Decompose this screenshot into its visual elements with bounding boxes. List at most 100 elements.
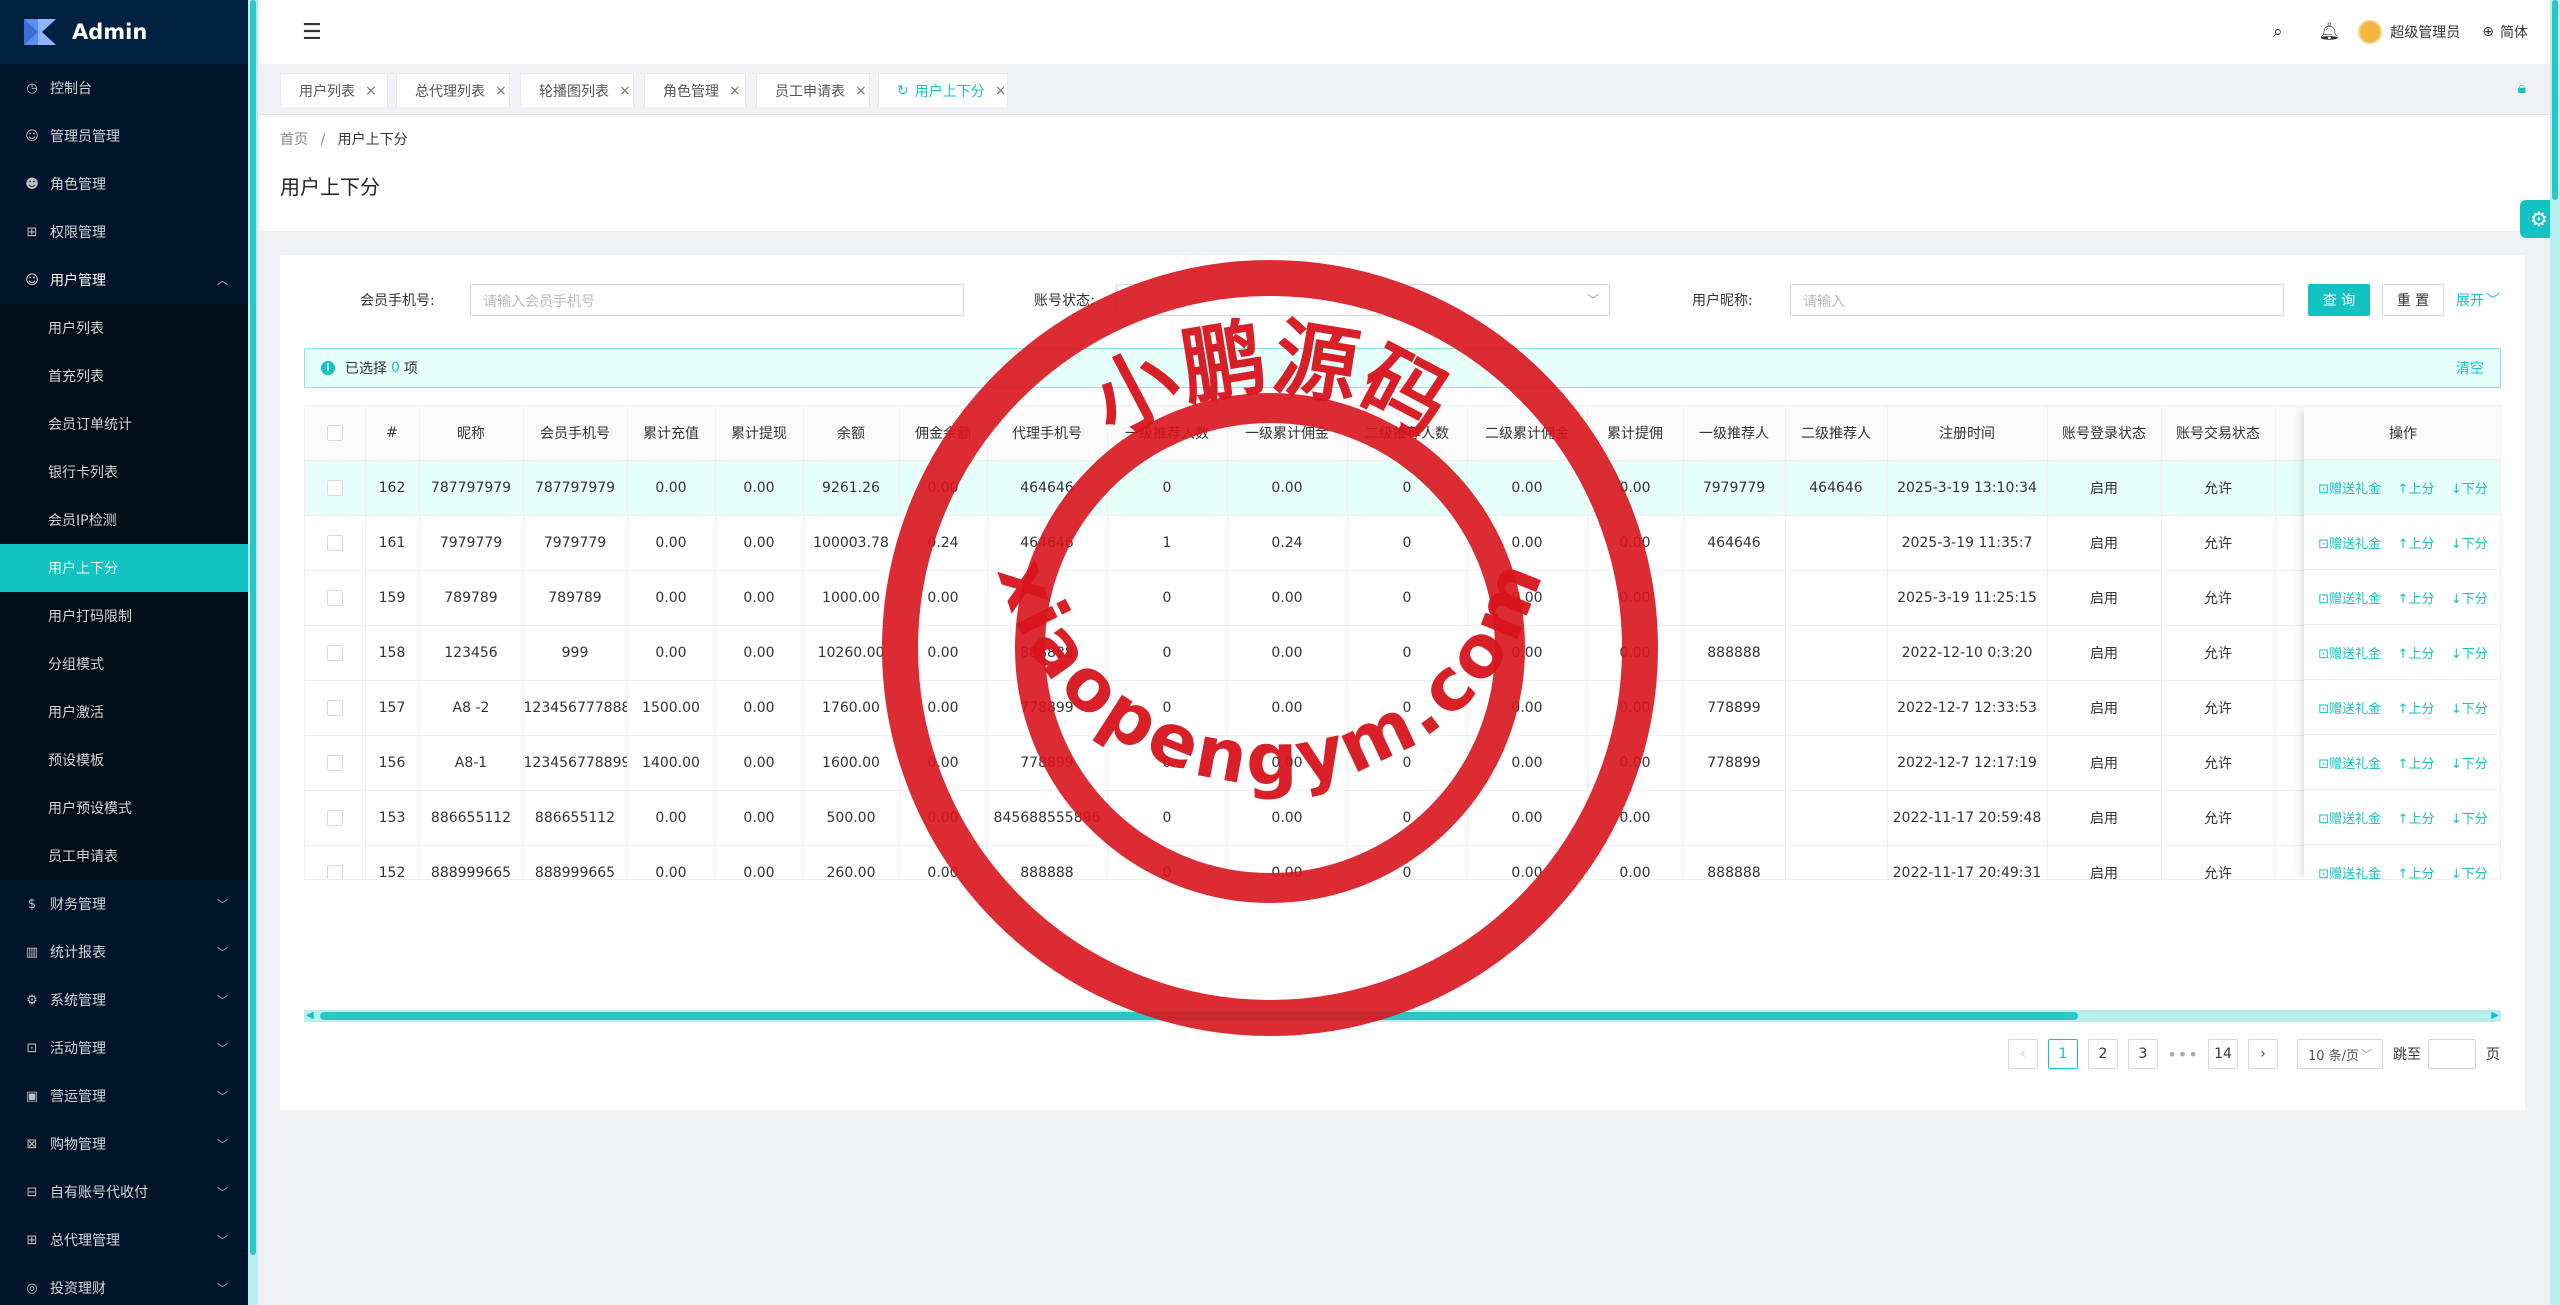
score-down-button[interactable]: ↓下分 <box>2451 753 2488 772</box>
row-checkbox[interactable] <box>326 644 343 661</box>
column-header[interactable]: 二级累计佣金 <box>1467 406 1588 461</box>
score-down-button[interactable]: ↓下分 <box>2451 478 2488 497</box>
page-ellipsis[interactable]: ••• <box>2167 1039 2198 1069</box>
score-up-button[interactable]: ↑上分 <box>2398 533 2435 552</box>
menu-item-top-2[interactable]: ☻ 角色管理 <box>0 160 248 208</box>
column-header[interactable]: 累计提佣 <box>1587 406 1684 461</box>
score-down-button[interactable]: ↓下分 <box>2451 533 2488 552</box>
column-header[interactable]: 一级推荐人数 <box>1107 406 1228 461</box>
sidebar-subitem-8[interactable]: 用户激活 <box>0 688 248 736</box>
table-row[interactable]: 161 7979779 7979779 0.00 0.00 100003.78 0.24 46… <box>305 515 2474 571</box>
menu-item-top-0[interactable]: ◷ 控制台 <box>0 64 248 112</box>
column-header[interactable]: 佣金余额 <box>899 406 988 461</box>
menu-item-top-3[interactable]: ⊞ 权限管理 <box>0 208 248 256</box>
clear-selection-link[interactable]: 清空 <box>2456 358 2484 378</box>
sidebar-subitem-3[interactable]: 银行卡列表 <box>0 448 248 496</box>
logo[interactable]: Admin <box>0 0 248 64</box>
column-header[interactable]: 二级推荐人数 <box>1347 406 1468 461</box>
menu-item-bottom-5[interactable]: ⊠ 购物管理 ﹀ <box>0 1120 248 1168</box>
tab-1[interactable]: 总代理列表 × <box>396 73 510 107</box>
gift-button[interactable]: ⊡赠送礼金 <box>2318 588 2381 607</box>
sidebar-subitem-4[interactable]: 会员IP检测 <box>0 496 248 544</box>
table-row[interactable]: 156 A8-1 123456778899 1400.00 0.00 1600.00 0.0… <box>305 735 2474 791</box>
close-icon[interactable]: × <box>995 83 1007 99</box>
search-icon[interactable]: ⌕ <box>2273 22 2283 42</box>
column-header[interactable]: 一级累计佣金 <box>1227 406 1348 461</box>
close-icon[interactable]: × <box>619 83 631 99</box>
close-icon[interactable]: × <box>365 83 377 99</box>
row-checkbox[interactable] <box>326 809 343 826</box>
score-up-button[interactable]: ↑上分 <box>2398 863 2435 880</box>
menu-item-bottom-8[interactable]: ◎ 投资理财 ﹀ <box>0 1264 248 1305</box>
jump-page-input[interactable] <box>2428 1039 2476 1069</box>
gift-button[interactable]: ⊡赠送礼金 <box>2318 863 2381 880</box>
page-2[interactable]: 2 <box>2088 1039 2118 1069</box>
column-header[interactable]: 昵称 <box>419 406 524 461</box>
column-header[interactable]: # <box>365 406 420 461</box>
sidebar-subitem-6[interactable]: 用户打码限制 <box>0 592 248 640</box>
menu-item-bottom-2[interactable]: ⚙ 系统管理 ﹀ <box>0 976 248 1024</box>
sidebar-subitem-9[interactable]: 预设模板 <box>0 736 248 784</box>
page-3[interactable]: 3 <box>2128 1039 2158 1069</box>
menu-item-bottom-7[interactable]: ⊞ 总代理管理 ﹀ <box>0 1216 248 1264</box>
page-scrollbar[interactable] <box>2550 0 2560 1305</box>
row-checkbox[interactable] <box>326 589 343 606</box>
sidebar-subitem-0[interactable]: 用户列表 <box>0 304 248 352</box>
gift-button[interactable]: ⊡赠送礼金 <box>2318 533 2381 552</box>
column-header[interactable]: 二级推荐人 <box>1785 406 1888 461</box>
sidebar-subitem-2[interactable]: 会员订单统计 <box>0 400 248 448</box>
menu-item-bottom-3[interactable]: ⊡ 活动管理 ﹀ <box>0 1024 248 1072</box>
score-down-button[interactable]: ↓下分 <box>2451 863 2488 880</box>
table-row[interactable]: 153 886655112 886655112 0.00 0.00 500.00 0.00 8… <box>305 790 2474 846</box>
page-last[interactable]: 14 <box>2208 1039 2238 1069</box>
next-page-button[interactable]: › <box>2248 1039 2278 1069</box>
sidebar-subitem-1[interactable]: 首充列表 <box>0 352 248 400</box>
avatar[interactable] <box>2358 20 2383 44</box>
phone-input[interactable]: 请输入会员手机号 <box>470 284 964 316</box>
language-selector[interactable]: 简体 <box>2500 22 2528 42</box>
tab-0[interactable]: 用户列表 × <box>280 73 388 107</box>
reset-button[interactable]: 重 置 <box>2382 284 2444 316</box>
score-down-button[interactable]: ↓下分 <box>2451 698 2488 717</box>
select-all-checkbox[interactable] <box>326 424 343 441</box>
status-select[interactable]: ﹀ <box>1116 284 1610 316</box>
column-header[interactable]: 余额 <box>803 406 900 461</box>
column-header[interactable]: 账号交易状态 <box>2161 406 2276 461</box>
scroll-right-icon[interactable]: ▶ <box>2491 1010 2499 1021</box>
sidebar-scrollbar[interactable] <box>248 0 258 1305</box>
prev-page-button[interactable]: ‹ <box>2008 1039 2038 1069</box>
menu-item-bottom-0[interactable]: $ 财务管理 ﹀ <box>0 880 248 928</box>
page-size-select[interactable]: 10 条/页 ﹀ <box>2297 1039 2383 1069</box>
table-row[interactable]: 158 123456 999 0.00 0.00 10260.00 0.00 888888 0 0… <box>305 625 2474 681</box>
close-icon[interactable]: × <box>729 83 741 99</box>
expand-button[interactable]: 展开 ﹀ <box>2450 284 2506 316</box>
row-checkbox[interactable] <box>326 699 343 716</box>
score-up-button[interactable]: ↑上分 <box>2398 808 2435 827</box>
score-down-button[interactable]: ↓下分 <box>2451 588 2488 607</box>
tab-5[interactable]: ↻ 用户上下分 × <box>878 73 1008 107</box>
score-up-button[interactable]: ↑上分 <box>2398 588 2435 607</box>
sidebar-subitem-10[interactable]: 用户预设模式 <box>0 784 248 832</box>
table-row[interactable]: 159 789789 789789 0.00 0.00 1000.00 0.00 0 0.00 0… <box>305 570 2474 626</box>
menu-item-bottom-4[interactable]: ▣ 营运管理 ﹀ <box>0 1072 248 1120</box>
column-header[interactable]: 会员手机号 <box>523 406 628 461</box>
refresh-icon[interactable]: ↻ <box>897 83 909 99</box>
row-checkbox[interactable] <box>326 754 343 771</box>
gift-button[interactable]: ⊡赠送礼金 <box>2318 808 2381 827</box>
score-down-button[interactable]: ↓下分 <box>2451 643 2488 662</box>
gift-button[interactable]: ⊡赠送礼金 <box>2318 643 2381 662</box>
table-row[interactable]: 152 888999665 888999665 0.00 0.00 260.00 0.00 8… <box>305 845 2474 879</box>
close-icon[interactable]: × <box>855 83 867 99</box>
table-horizontal-scrollbar[interactable]: ◀ ▶ <box>304 1010 2501 1022</box>
column-header[interactable]: 代理手机号 <box>987 406 1108 461</box>
close-icon[interactable]: × <box>495 83 507 99</box>
row-checkbox[interactable] <box>326 479 343 496</box>
table-row[interactable]: 157 A8 -2 123456777888 1500.00 0.00 1760.00 0.… <box>305 680 2474 736</box>
nickname-input[interactable]: 请输入 <box>1790 284 2284 316</box>
lock-icon[interactable]: 🔒︎ <box>2517 78 2526 98</box>
page-1[interactable]: 1 <box>2048 1039 2078 1069</box>
score-down-button[interactable]: ↓下分 <box>2451 808 2488 827</box>
tab-3[interactable]: 角色管理 × <box>644 73 746 107</box>
gift-button[interactable]: ⊡赠送礼金 <box>2318 753 2381 772</box>
scroll-left-icon[interactable]: ◀ <box>306 1010 314 1021</box>
